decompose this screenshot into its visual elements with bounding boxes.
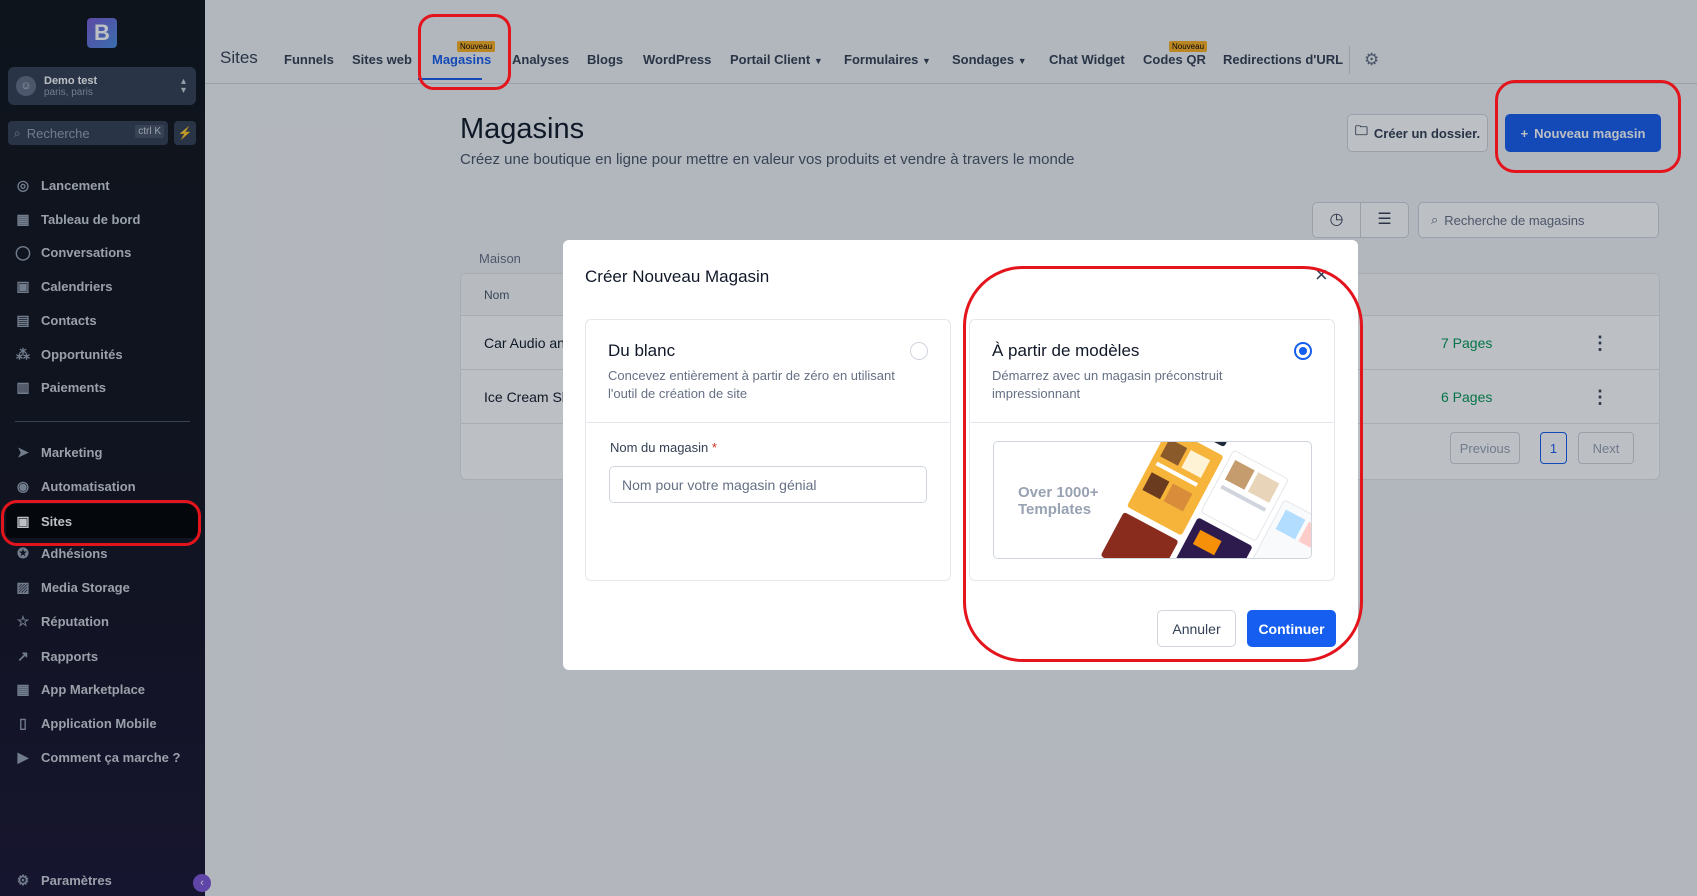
templates-collage-image — [1101, 442, 1311, 558]
templates-preview-image: Over 1000+ Templates — [993, 441, 1312, 559]
store-name-label: Nom du magasin * — [610, 440, 717, 455]
blank-option-radio[interactable] — [910, 342, 928, 360]
template-option-description: Démarrez avec un magasin préconstruit im… — [992, 368, 1223, 401]
store-name-input[interactable] — [609, 466, 927, 503]
cancel-button[interactable]: Annuler — [1157, 610, 1236, 647]
blank-option-description: Concevez entièrement à partir de zéro en… — [608, 368, 895, 401]
close-icon[interactable]: × — [1315, 262, 1328, 288]
template-option-title: À partir de modèles — [992, 341, 1140, 360]
blank-option-title: Du blanc — [608, 341, 676, 360]
modal-title: Créer Nouveau Magasin — [585, 267, 770, 286]
template-option-radio[interactable] — [1294, 342, 1312, 360]
create-store-modal: Créer Nouveau Magasin × Du blanc Conceve… — [563, 240, 1358, 670]
blank-option-card[interactable]: Du blanc Concevez entièrement à partir d… — [585, 319, 951, 581]
template-option-card[interactable]: À partir de modèles Démarrez avec un mag… — [969, 319, 1335, 581]
continue-button[interactable]: Continuer — [1247, 610, 1336, 647]
